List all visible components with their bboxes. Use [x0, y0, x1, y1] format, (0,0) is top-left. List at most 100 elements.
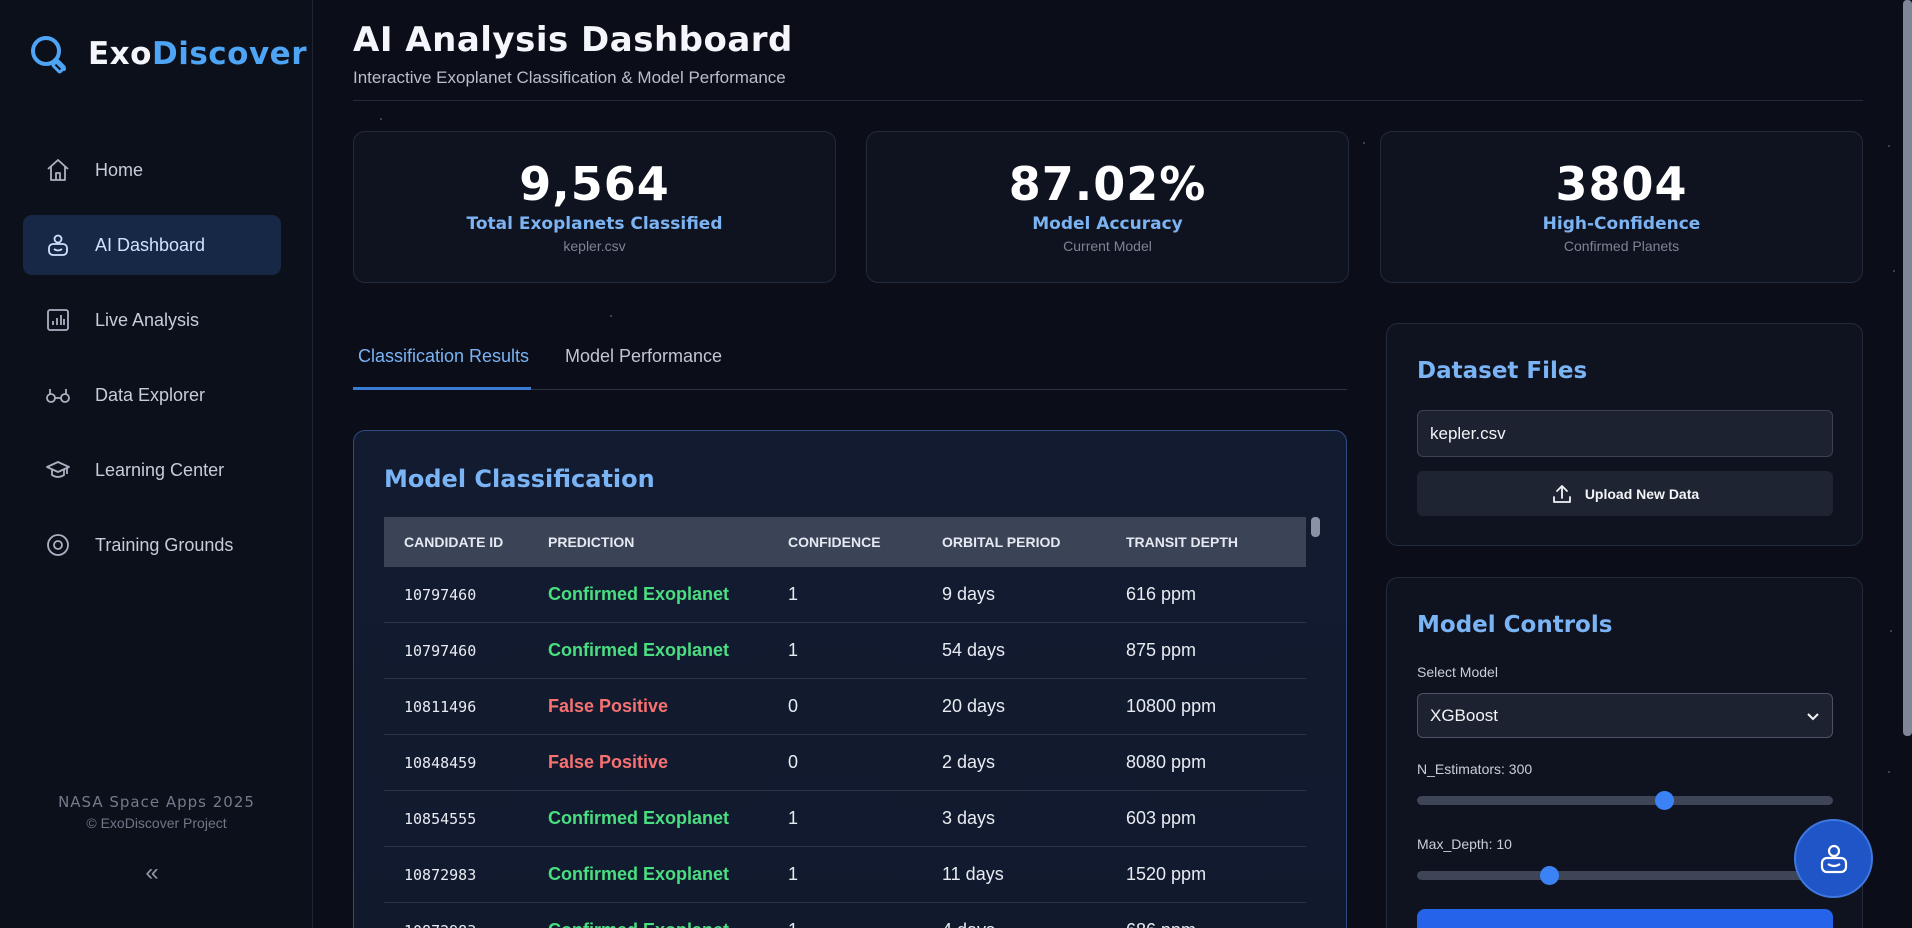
prediction-cell: Confirmed Exoplanet	[548, 640, 730, 660]
table-row[interactable]: 10872983Confirmed Exoplanet14 days686 pp…	[384, 903, 1306, 928]
column-header[interactable]: TRANSIT DEPTH	[1126, 534, 1306, 550]
sidebar-item-label: Data Explorer	[95, 384, 206, 405]
confidence-cell: 0	[788, 752, 799, 772]
bar-chart-icon	[45, 307, 71, 333]
transit-depth-cell: 1520 ppm	[1126, 864, 1207, 884]
column-header[interactable]: PREDICTION	[548, 534, 788, 550]
dataset-files-panel: Dataset Files kepler.csv Upload New Data	[1386, 323, 1863, 546]
train-model-button[interactable]	[1417, 909, 1833, 928]
transit-depth-cell: 10800 ppm	[1126, 696, 1217, 716]
model-select-value: XGBoost	[1430, 705, 1499, 725]
sidebar-item-label: Live Analysis	[95, 309, 200, 330]
stat-sub: Current Model	[1063, 238, 1152, 254]
prediction-cell: Confirmed Exoplanet	[548, 864, 730, 884]
confidence-cell: 1	[788, 584, 799, 604]
orbital-period-cell: 4 days	[942, 920, 1126, 928]
stat-value: 87.02%	[1008, 157, 1207, 211]
slider-handle[interactable]	[1540, 866, 1560, 885]
table-row[interactable]: 10872983 Confirmed Exoplanet 1 11 days 1520 …	[384, 847, 1306, 903]
sidebar: ExoDiscover Home AI Dashboard Live Analy…	[0, 0, 313, 928]
brand-name: ExoDiscover	[88, 36, 307, 72]
stat-label: High-Confidence	[1542, 214, 1701, 234]
copyright-text: © ExoDiscover Project	[86, 815, 227, 831]
transit-depth-cell: 875 ppm	[1126, 640, 1197, 660]
upload-button-label: Upload New Data	[1584, 485, 1700, 502]
sidebar-item-training-grounds[interactable]: Training Grounds	[23, 515, 281, 575]
table-body: 10797460 Confirmed Exoplanet 1 9 days 616 pp…	[384, 567, 1306, 928]
orbital-period-cell: 11 days	[942, 864, 1004, 884]
stat-value: 9,564	[519, 157, 670, 211]
table-row[interactable]: 10797460 Confirmed Exoplanet 1 9 days 616 pp…	[384, 567, 1306, 623]
model-controls-panel: Model Controls Select Model XGBoost N_Es…	[1386, 577, 1863, 928]
sidebar-item-learning-center[interactable]: Learning Center	[23, 440, 281, 500]
target-icon	[45, 532, 71, 558]
max-depth-label: Max_Depth: 10	[1417, 836, 1512, 852]
orbital-period-cell: 3 days	[942, 808, 996, 828]
orbital-period-cell: 54 days	[942, 640, 1006, 660]
stat-label: Total Exoplanets Classified	[466, 214, 723, 234]
candidate-id-cell: 10811496	[404, 697, 477, 716]
table-row[interactable]: 10797460 Confirmed Exoplanet 1 54 days 875 p…	[384, 623, 1306, 679]
prediction-cell: Confirmed Exoplanet	[548, 808, 730, 828]
sidebar-item-ai-dashboard[interactable]: AI Dashboard	[23, 215, 281, 275]
orbital-period-cell: 20 days	[942, 696, 1006, 716]
table-scrollbar[interactable]	[1311, 517, 1320, 537]
brand-name-part2: Discover	[151, 36, 307, 72]
classification-title: Model Classification	[384, 465, 655, 493]
collapse-sidebar-icon[interactable]: «	[140, 861, 164, 886]
home-icon	[45, 157, 71, 183]
stat-label: Model Accuracy	[1032, 214, 1183, 234]
column-header[interactable]: CANDIDATE ID	[384, 534, 548, 550]
brand-logo[interactable]: ExoDiscover	[28, 33, 307, 75]
sidebar-item-label: Home	[95, 159, 144, 180]
n-estimators-slider[interactable]	[1417, 791, 1833, 810]
dataset-file-field[interactable]: kepler.csv	[1417, 410, 1833, 457]
stat-card-model-accuracy: 87.02% Model Accuracy Current Model	[866, 131, 1349, 283]
graduation-cap-icon	[45, 457, 71, 483]
candidate-id-cell: 10854555	[404, 809, 477, 828]
transit-depth-cell: 686 ppm	[1126, 920, 1306, 928]
sidebar-item-live-analysis[interactable]: Live Analysis	[23, 290, 281, 350]
candidate-id-cell: 10848459	[404, 753, 477, 772]
max-depth-slider[interactable]	[1417, 866, 1833, 885]
sidebar-item-home[interactable]: Home	[23, 140, 281, 200]
model-controls-title: Model Controls	[1417, 612, 1613, 638]
tab-bar: Classification Results Model Performance	[353, 332, 1347, 390]
classification-card: Model Classification CANDIDATE ID PREDIC…	[353, 430, 1347, 928]
confidence-cell: 0	[788, 696, 799, 716]
tab-classification-results[interactable]: Classification Results	[358, 346, 529, 367]
column-header[interactable]: ORBITAL PERIOD	[942, 534, 1126, 550]
classification-table: CANDIDATE ID PREDICTION CONFIDENCE ORBIT…	[384, 517, 1306, 928]
stat-card-total-classified: 9,564 Total Exoplanets Classified kepler…	[353, 131, 836, 283]
page-scrollbar[interactable]	[1903, 0, 1912, 736]
transit-depth-cell: 8080 ppm	[1126, 752, 1207, 772]
upload-new-data-button[interactable]: Upload New Data	[1417, 471, 1833, 516]
column-header[interactable]: CONFIDENCE	[788, 534, 942, 550]
sidebar-item-label: AI Dashboard	[95, 234, 206, 255]
sidebar-item-data-explorer[interactable]: Data Explorer	[23, 365, 281, 425]
orbital-period-cell: 9 days	[942, 584, 996, 604]
select-model-label: Select Model	[1417, 664, 1498, 680]
ai-assistant-button[interactable]	[1794, 819, 1873, 898]
table-row[interactable]: 10811496 False Positive 0 20 days 10800 ppm	[384, 679, 1306, 735]
dataset-files-title: Dataset Files	[1417, 358, 1588, 384]
stat-value: 3804	[1555, 157, 1688, 211]
table-row[interactable]: 10848459 False Positive 0 2 days 8080 ppm	[384, 735, 1306, 791]
orbital-period-cell: 2 days	[942, 752, 996, 772]
table-row[interactable]: 10854555 Confirmed Exoplanet 1 3 days 603 pp…	[384, 791, 1306, 847]
active-tab-indicator	[353, 387, 531, 390]
slider-handle[interactable]	[1655, 791, 1675, 810]
prediction-cell: Confirmed Exoplanet	[548, 584, 730, 604]
n-estimators-label: N_Estimators: 300	[1417, 761, 1533, 777]
planet-search-icon	[31, 36, 66, 74]
page-title: AI Analysis Dashboard	[353, 20, 793, 60]
event-credit: NASA Space Apps 2025	[58, 793, 255, 811]
sidebar-footer: NASA Space Apps 2025 © ExoDiscover Proje…	[0, 793, 313, 831]
page-subtitle: Interactive Exoplanet Classification & M…	[353, 68, 786, 87]
candidate-id-cell: 10797460	[404, 585, 477, 604]
sidebar-item-label: Learning Center	[95, 459, 225, 480]
confidence-cell: 1	[788, 640, 799, 660]
model-select[interactable]: XGBoost	[1417, 693, 1833, 738]
candidate-id-cell: 10872983	[384, 922, 548, 928]
tab-model-performance[interactable]: Model Performance	[565, 346, 722, 367]
